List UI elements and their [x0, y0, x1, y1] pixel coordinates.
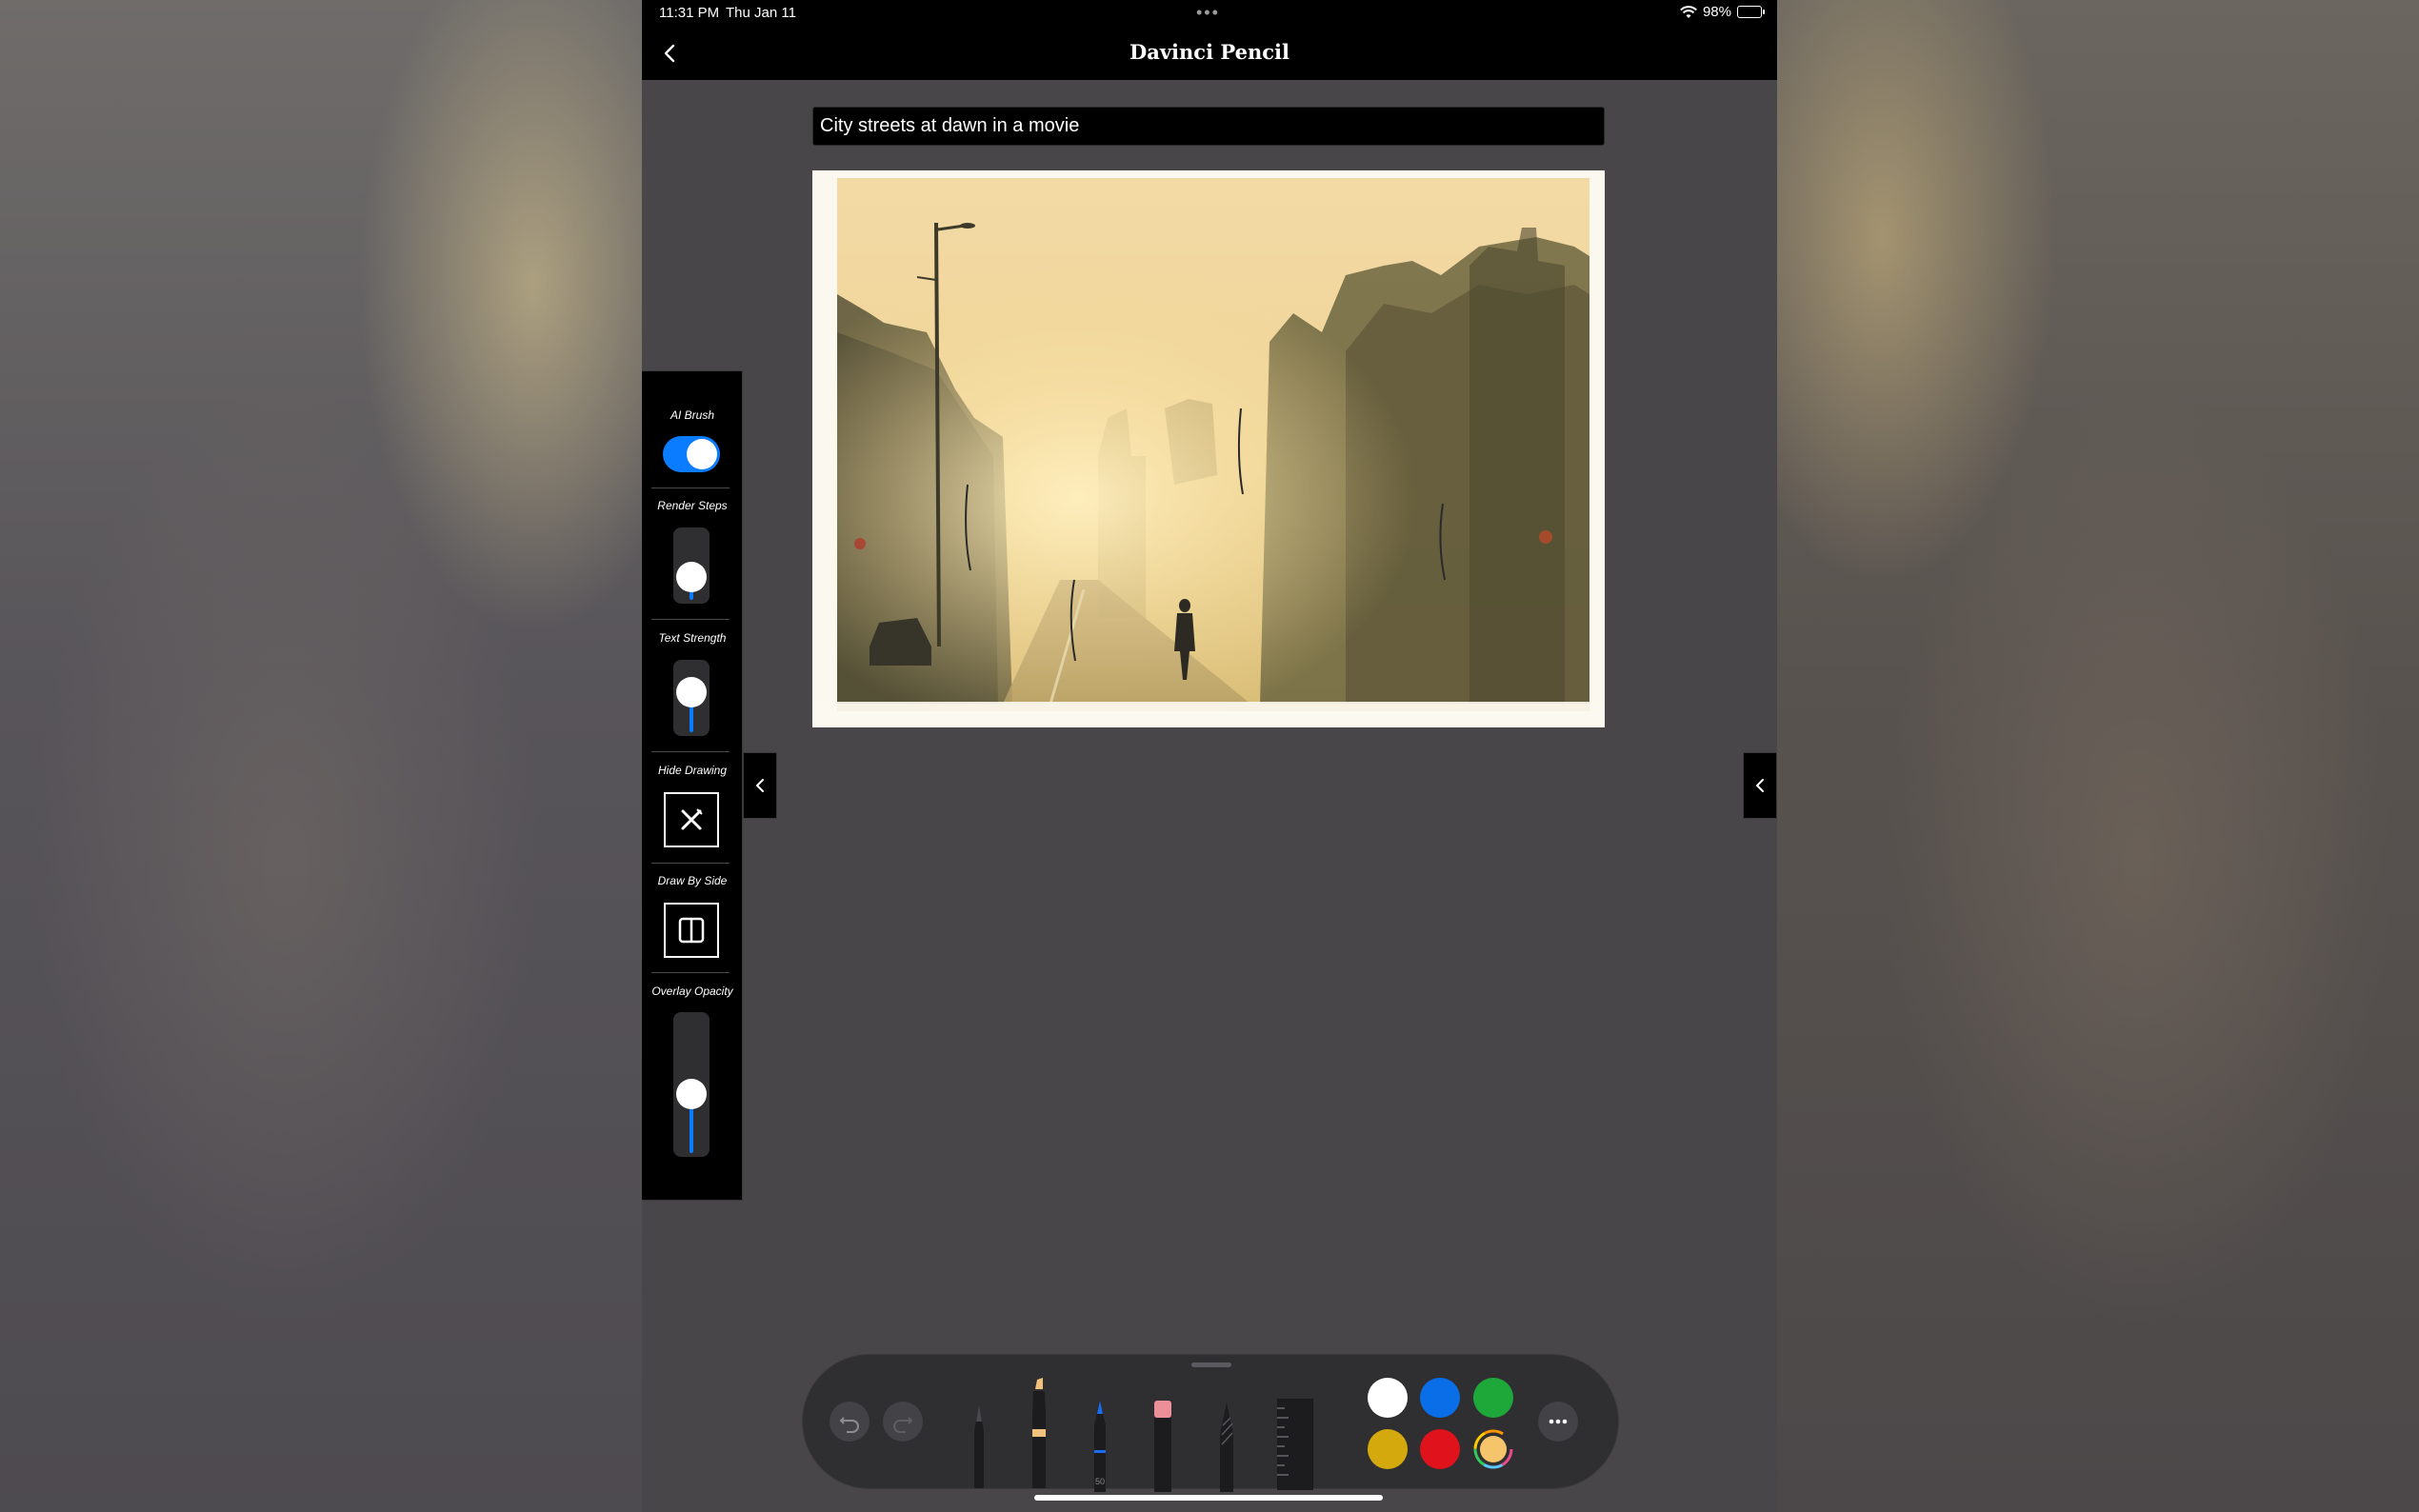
ai-brush-label: AI Brush	[670, 408, 715, 422]
hide-drawing-label: Hide Drawing	[657, 764, 728, 777]
color-green[interactable]	[1473, 1378, 1513, 1418]
more-options-button[interactable]	[1538, 1402, 1578, 1442]
status-right: 98%	[1680, 4, 1765, 20]
palette-grabber[interactable]	[1191, 1363, 1231, 1367]
navigation-bar: Davinci Pencil	[642, 27, 1777, 80]
page-title: Davinci Pencil	[1130, 40, 1289, 64]
overlay-opacity-section: Overlay Opacity	[642, 985, 743, 998]
home-indicator[interactable]	[1034, 1495, 1383, 1501]
ai-brush-section: AI Brush	[642, 408, 743, 422]
panel-collapse-tab[interactable]	[743, 752, 777, 819]
multitasking-dots[interactable]: •••	[1196, 3, 1220, 23]
chevron-left-icon	[755, 779, 764, 792]
lasso-icon[interactable]	[1212, 1397, 1241, 1492]
eraser-icon[interactable]	[1149, 1401, 1177, 1492]
draw-by-side-section: Draw By Side	[642, 874, 743, 887]
color-blue[interactable]	[1420, 1378, 1460, 1418]
color-red[interactable]	[1420, 1429, 1460, 1469]
app-window: 11:31 PM Thu Jan 11 ••• 98% Davinci Penc…	[642, 0, 1777, 1512]
ai-brush-toggle[interactable]	[663, 436, 720, 472]
marker-icon[interactable]	[1025, 1374, 1053, 1488]
undo-icon	[839, 1417, 859, 1433]
status-bar: 11:31 PM Thu Jan 11 ••• 98%	[642, 0, 1777, 27]
render-steps-section: Render Steps	[642, 499, 743, 512]
render-steps-label: Render Steps	[657, 499, 728, 512]
ruler-icon[interactable]	[1277, 1399, 1315, 1490]
text-strength-slider[interactable]	[673, 660, 710, 736]
draw-by-side-label: Draw By Side	[657, 874, 728, 887]
color-white[interactable]	[1368, 1378, 1408, 1418]
wallpaper-right	[1777, 0, 2419, 1512]
right-panel-tab[interactable]	[1743, 752, 1777, 819]
ai-settings-panel: AI Brush Render Steps Text Strength Hide…	[642, 370, 743, 1201]
overlay-opacity-slider[interactable]	[673, 1012, 710, 1157]
chevron-left-icon	[1755, 779, 1764, 792]
prompt-input[interactable]: City streets at dawn in a movie	[812, 107, 1605, 146]
wallpaper-left	[0, 0, 642, 1512]
undo-button[interactable]	[830, 1402, 870, 1442]
text-strength-section: Text Strength	[642, 631, 743, 645]
split-view-icon	[678, 917, 705, 944]
hide-drawing-section: Hide Drawing	[642, 764, 743, 777]
wifi-icon	[1680, 5, 1697, 18]
tool-palette: 50	[802, 1354, 1619, 1492]
draw-by-side-button[interactable]	[664, 903, 719, 958]
status-time: 11:31 PM	[659, 5, 720, 21]
redo-icon	[893, 1417, 913, 1433]
drawing-canvas[interactable]	[812, 170, 1605, 727]
overlay-opacity-label: Overlay Opacity	[651, 985, 733, 998]
pencil-icon[interactable]: 50	[1086, 1397, 1114, 1492]
pen-icon[interactable]	[965, 1393, 993, 1488]
color-yellow[interactable]	[1368, 1429, 1408, 1469]
pencil-width-label: 50	[1095, 1477, 1105, 1486]
text-strength-label: Text Strength	[658, 631, 727, 645]
render-steps-slider[interactable]	[673, 527, 710, 604]
battery-percent: 98%	[1702, 4, 1731, 20]
redo-button[interactable]	[883, 1402, 923, 1442]
color-wheel-icon	[1473, 1429, 1513, 1469]
color-custom-picker[interactable]	[1473, 1429, 1513, 1469]
generated-image	[812, 170, 1605, 727]
hide-drawing-button[interactable]	[664, 792, 719, 847]
hide-drawing-icon	[681, 808, 703, 830]
status-date: Thu Jan 11	[726, 5, 796, 21]
ellipsis-icon	[1549, 1419, 1568, 1424]
battery-icon	[1737, 6, 1765, 18]
